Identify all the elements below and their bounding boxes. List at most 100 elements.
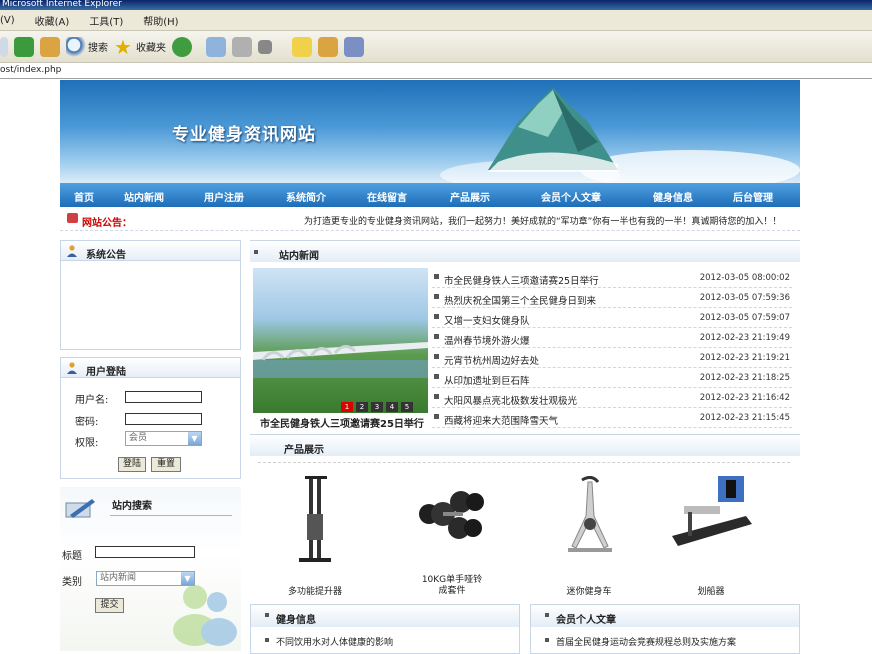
favorites-button[interactable]: ★ 收藏夹	[114, 34, 166, 60]
menu-favorites[interactable]: 收藏(A)	[35, 13, 70, 28]
edit-icon	[258, 39, 272, 54]
search-icon	[66, 36, 86, 57]
slide-page-1[interactable]: 1	[341, 402, 353, 412]
keyword-label: 标题	[62, 551, 82, 562]
fitness-info-title: 健身信息	[276, 615, 316, 626]
list-item[interactable]: 又增一支妇女健身队 2012-03-05 07:59:07	[432, 308, 792, 328]
product-card[interactable]: 划船器	[656, 470, 766, 610]
main-nav: 首页 站内新闻 用户注册 系统简介 在线留言 产品展示 会员个人文章 健身信息 …	[60, 183, 800, 207]
list-item[interactable]: 热烈庆祝全国第三个全民健身日到来 2012-03-05 07:59:36	[432, 288, 792, 308]
bullet-icon	[265, 638, 269, 642]
username-label: 用户名:	[75, 395, 109, 406]
member-articles-title: 会员个人文章	[556, 615, 616, 626]
nav-admin[interactable]: 后台管理	[733, 189, 773, 204]
list-item[interactable]: 温州春节境外游火爆 2012-02-23 21:19:49	[432, 328, 792, 348]
nav-home[interactable]: 首页	[74, 189, 94, 204]
nav-about[interactable]: 系统简介	[286, 189, 326, 204]
login-button[interactable]: 登陆	[118, 457, 146, 472]
list-item[interactable]: 元宵节杭州周边好去处 2012-02-23 21:19:21	[432, 348, 792, 368]
person-icon	[67, 245, 77, 257]
role-label: 权限:	[75, 438, 99, 449]
mail-button[interactable]	[206, 34, 226, 60]
list-item[interactable]: 西藏将迎来大范围降雪天气 2012-02-23 21:15:45	[432, 408, 792, 428]
password-label: 密码:	[75, 417, 99, 428]
search-submit-button[interactable]: 提交	[95, 598, 124, 613]
bullet-icon	[434, 414, 439, 419]
role-select[interactable]: 会员 ▼	[125, 431, 202, 446]
refresh-icon	[14, 36, 34, 57]
product-card[interactable]: 10KG单手哑铃 成套件	[397, 470, 507, 610]
address-bar[interactable]: ost/index.php	[0, 63, 872, 79]
printer-icon	[232, 36, 252, 57]
mail-icon	[206, 36, 226, 57]
edit-button[interactable]	[258, 34, 272, 60]
slide-page-5[interactable]: 5	[401, 402, 413, 412]
panel-header: 会员个人文章	[531, 605, 799, 627]
product-image	[299, 476, 331, 562]
list-item[interactable]: 大阳风暴点亮北极数发壮观极光 2012-02-23 21:16:42	[432, 388, 792, 408]
slide-caption[interactable]: 市全民健身铁人三项邀请赛25日举行	[260, 415, 424, 430]
history-icon	[172, 36, 192, 57]
bullet-icon	[265, 613, 269, 617]
nav-register[interactable]: 用户注册	[204, 189, 244, 204]
keyword-input[interactable]	[95, 546, 195, 558]
news-section-header: 站内新闻	[250, 240, 800, 262]
products-section-header: 产品展示	[250, 434, 800, 456]
home-icon	[40, 36, 60, 57]
slide-page-4[interactable]: 4	[386, 402, 398, 412]
bullet-icon	[434, 354, 439, 359]
nav-news[interactable]: 站内新闻	[124, 189, 164, 204]
search-panel-title: 站内搜索	[112, 501, 152, 512]
news-slideshow[interactable]: 1 2 3 4 5	[253, 268, 428, 413]
nav-products[interactable]: 产品展示	[450, 189, 490, 204]
home-button[interactable]	[40, 34, 60, 60]
site-title: 专业健身资讯网站	[172, 125, 316, 145]
slide-page-2[interactable]: 2	[356, 402, 368, 412]
stop-button[interactable]	[0, 34, 8, 60]
member-articles-box: 会员个人文章 首届全民健身运动会竞赛规程总则及实施方案	[530, 604, 800, 654]
search-button[interactable]: 搜索	[66, 34, 108, 60]
site-container: 专业健身资讯网站 首页 站内新闻 用户注册 系统简介 在线留言 产品展示 会员个…	[60, 80, 800, 654]
menu-view[interactable]: (V)	[0, 15, 15, 26]
discuss-button[interactable]	[292, 34, 312, 60]
window-title: Microsoft Internet Explorer	[2, 0, 122, 9]
page-viewport: 专业健身资讯网站 首页 站内新闻 用户注册 系统简介 在线留言 产品展示 会员个…	[0, 80, 872, 654]
reset-button[interactable]: 重置	[151, 457, 181, 472]
list-item[interactable]: 从印加遗址到巨石阵 2012-02-23 21:18:25	[432, 368, 792, 388]
chevron-down-icon: ▼	[188, 432, 201, 445]
product-card[interactable]: 迷你健身车	[534, 470, 644, 610]
mountain-image	[488, 88, 618, 172]
list-item[interactable]: 市全民健身铁人三项邀请赛25日举行 2012-03-05 08:00:02	[432, 268, 792, 288]
menu-help[interactable]: 帮助(H)	[143, 13, 178, 28]
site-search-panel: 站内搜索 标题 类别 站内新闻 ▼ 提交	[60, 487, 241, 651]
panel-header: 系统公告	[61, 241, 240, 261]
list-item[interactable]: 首届全民健身运动会竞赛规程总则及实施方案	[556, 635, 736, 648]
bullet-icon	[434, 294, 439, 299]
list-item[interactable]: 不同饮用水对人体健康的影响	[276, 635, 393, 648]
news-list: 市全民健身铁人三项邀请赛25日举行 2012-03-05 08:00:02 热烈庆…	[432, 268, 792, 428]
stop-icon	[0, 36, 8, 57]
news-section-title: 站内新闻	[279, 251, 319, 262]
window-title-bar: Microsoft Internet Explorer	[0, 0, 872, 10]
slide-page-3[interactable]: 3	[371, 402, 383, 412]
address-url: ost/index.php	[0, 65, 62, 75]
history-button[interactable]	[172, 34, 192, 60]
browser-toolbar: 搜索 ★ 收藏夹	[0, 31, 872, 63]
messenger-buddies-icon	[173, 585, 237, 646]
divider	[110, 515, 232, 516]
product-card[interactable]: 多功能提升器	[260, 470, 370, 610]
research-button[interactable]	[318, 34, 338, 60]
username-input[interactable]	[125, 391, 202, 403]
nav-fitness-info[interactable]: 健身信息	[653, 189, 693, 204]
messenger-button[interactable]	[344, 34, 364, 60]
divider	[258, 462, 790, 463]
nav-member-articles[interactable]: 会员个人文章	[541, 189, 601, 204]
fitness-info-box: 健身信息 不同饮用水对人体健康的影响	[250, 604, 520, 654]
menu-tools[interactable]: 工具(T)	[89, 13, 123, 28]
menu-bar: (V) 收藏(A) 工具(T) 帮助(H)	[0, 10, 872, 31]
password-input[interactable]	[125, 413, 202, 425]
print-button[interactable]	[232, 34, 252, 60]
product-image	[672, 476, 752, 546]
nav-guestbook[interactable]: 在线留言	[367, 189, 407, 204]
refresh-button[interactable]	[14, 34, 34, 60]
